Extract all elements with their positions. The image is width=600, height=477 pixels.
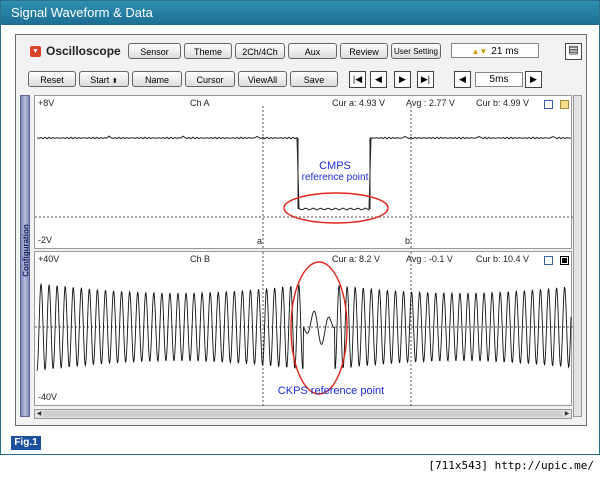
cmps-annotation-title: CMPS [319,160,351,172]
window-title: Signal Waveform & Data [1,1,599,25]
time-readout: ▲▼ 21 ms [451,43,539,58]
app-logo-icon: ▼ [30,46,41,57]
channel-b-plot[interactable]: +40V Ch B Cur a: 8.2 V Avg : -0.1 V Cur … [34,251,573,407]
channel-b-top-label: +40V [38,254,60,264]
save-button[interactable]: Save [290,71,338,87]
cursor-b-marker: b [405,236,411,246]
channel-a-cursor-a-value: Cur a: 4.93 V [332,98,386,108]
channel-a-average: Avg : 2.77 V [406,98,455,108]
review-button[interactable]: Review [340,43,388,59]
image-watermark: [711x543] http://upic.me/ [428,459,594,472]
horizontal-scroll-thumb[interactable] [43,411,563,417]
cmps-annotation-subtitle: reference point [301,172,369,183]
clock-icon: ▲▼ [471,47,488,56]
cursor-a-marker: a [257,236,263,246]
channel-b-visible-checkbox[interactable] [544,256,553,265]
channel-a-cursor-b-value: Cur b: 4.99 V [476,98,530,108]
start-button-label: Start [90,75,110,85]
aux-button[interactable]: Aux [288,43,337,59]
prev-icon[interactable]: ◀ [370,71,387,88]
theme-button[interactable]: Theme [184,43,232,59]
name-button[interactable]: Name [132,71,182,87]
channel-b-name: Ch B [190,254,211,264]
oscilloscope-app: ▼ Oscilloscope Sensor Theme 2Ch/4Ch Aux … [15,34,587,426]
configuration-rail[interactable]: Configuration [20,95,31,417]
main-frame: Signal Waveform & Data ▼ Oscilloscope Se… [0,0,600,455]
time-readout-value: 21 ms [491,46,519,57]
start-button[interactable]: Start ⬍ [79,71,129,87]
channel-b-average: Avg : -0.1 V [406,254,453,264]
user-setting-button[interactable]: User Setting [391,43,441,59]
channel-b-waveform [35,252,573,407]
spinner-icon: ⬍ [111,78,118,85]
reset-button[interactable]: Reset [28,71,76,87]
channel-a-visible-checkbox[interactable] [544,100,553,109]
channel-b-color-swatch[interactable] [560,256,569,265]
figure-label: Fig.1 [11,436,41,450]
ckps-highlight-ellipse [290,261,348,395]
scroll-right-icon[interactable]: ▶ [563,410,571,418]
horizontal-scrollbar[interactable]: ◀ ▶ [34,409,572,419]
cursor-button[interactable]: Cursor [185,71,235,87]
channel-a-name: Ch A [190,98,210,108]
next-icon[interactable]: ▶ [394,71,411,88]
window-toggle-icon[interactable]: ▤ [565,43,582,60]
configuration-label: Configuration [21,224,31,277]
scroll-left-icon[interactable]: ◀ [35,410,43,418]
scale-down-icon[interactable]: ◀ [454,71,471,88]
last-icon[interactable]: ▶| [417,71,434,88]
channel-b-cursor-b-value: Cur b: 10.4 V [476,254,530,264]
scale-up-icon[interactable]: ▶ [525,71,542,88]
first-icon[interactable]: |◀ [349,71,366,88]
channel-b-cursor-a-value: Cur a: 8.2 V [332,254,381,264]
sensor-button[interactable]: Sensor [128,43,181,59]
channel-a-top-label: +8V [38,98,55,108]
channel-a-color-swatch[interactable] [560,100,569,109]
ckps-annotation: CKPS reference point [277,385,385,397]
channel-a-bottom-label: -2V [38,235,53,245]
channels-button[interactable]: 2Ch/4Ch [235,43,285,59]
cmps-annotation: CMPS reference point [295,160,375,183]
vertical-scrollbar[interactable] [573,95,582,417]
view-all-button[interactable]: ViewAll [238,71,287,87]
channel-a-plot[interactable]: +8V Ch A Cur a: 4.93 V Avg : 2.77 V Cur … [34,95,573,250]
channel-b-bottom-label: -40V [38,392,58,402]
time-scale-field[interactable]: 5ms [475,72,523,87]
app-name: Oscilloscope [46,44,121,58]
